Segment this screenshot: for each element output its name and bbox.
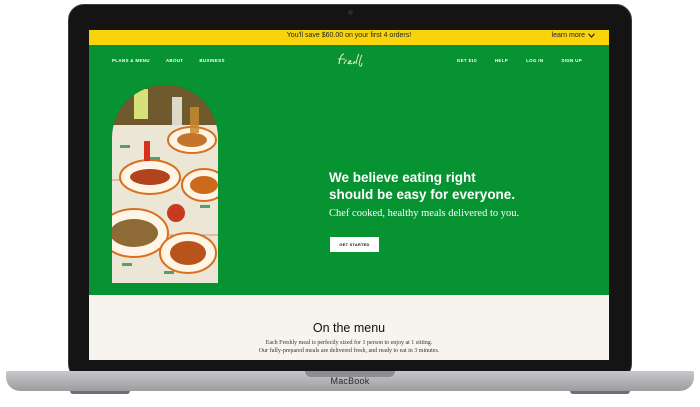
laptop-base: MacBook [6, 371, 694, 391]
nav-item-plans-menu[interactable]: PLANS & MENU [112, 58, 150, 63]
nav-item-business[interactable]: BUSINESS [199, 58, 224, 63]
headline-line-2: should be easy for everyone. [329, 187, 516, 202]
freshly-logo[interactable] [335, 50, 365, 72]
menu-description-line-1: Each Freshly meal is perfectly sized for… [265, 340, 433, 346]
mexican-dishes-photo [112, 85, 218, 283]
chevron-down-icon [588, 33, 595, 38]
nav-item-help[interactable]: HELP [495, 58, 508, 63]
device-brand-label: MacBook [330, 376, 370, 386]
get-started-button[interactable]: GET STARTED [330, 237, 379, 252]
nav-left: PLANS & MENU ABOUT BUSINESS [112, 58, 225, 63]
nav-item-get-10[interactable]: GET $10 [457, 58, 477, 63]
promo-bar: You'll save $60.00 on your first 4 order… [89, 30, 609, 45]
headline-line-1: We believe eating right [329, 170, 476, 185]
hero-section: PLANS & MENU ABOUT BUSINESS GET $10 HELP… [89, 45, 609, 295]
menu-description-line-2: Our fully-prepared meals are delivered f… [258, 348, 440, 354]
browser-screen: You'll save $60.00 on your first 4 order… [89, 30, 609, 360]
camera-icon [347, 10, 353, 15]
learn-more-label: learn more [551, 32, 585, 39]
menu-section: On the menu Each Freshly meal is perfect… [89, 295, 609, 360]
hero-food-photo [112, 85, 218, 283]
learn-more-link[interactable]: learn more [552, 32, 595, 39]
nav-item-about[interactable]: ABOUT [166, 58, 184, 63]
menu-title: On the menu [312, 321, 386, 335]
laptop-foot-left [70, 391, 130, 394]
promo-text: You'll save $60.00 on your first 4 order… [286, 32, 412, 39]
laptop-foot-right [570, 391, 630, 394]
nav-right: GET $10 HELP LOG IN SIGN UP [457, 58, 582, 63]
hero-subhead: Chef cooked, healthy meals delivered to … [329, 208, 520, 219]
hero-headline: We believe eating right should be easy f… [329, 169, 589, 219]
nav-item-log-in[interactable]: LOG IN [526, 58, 543, 63]
nav-item-sign-up[interactable]: SIGN UP [561, 58, 582, 63]
